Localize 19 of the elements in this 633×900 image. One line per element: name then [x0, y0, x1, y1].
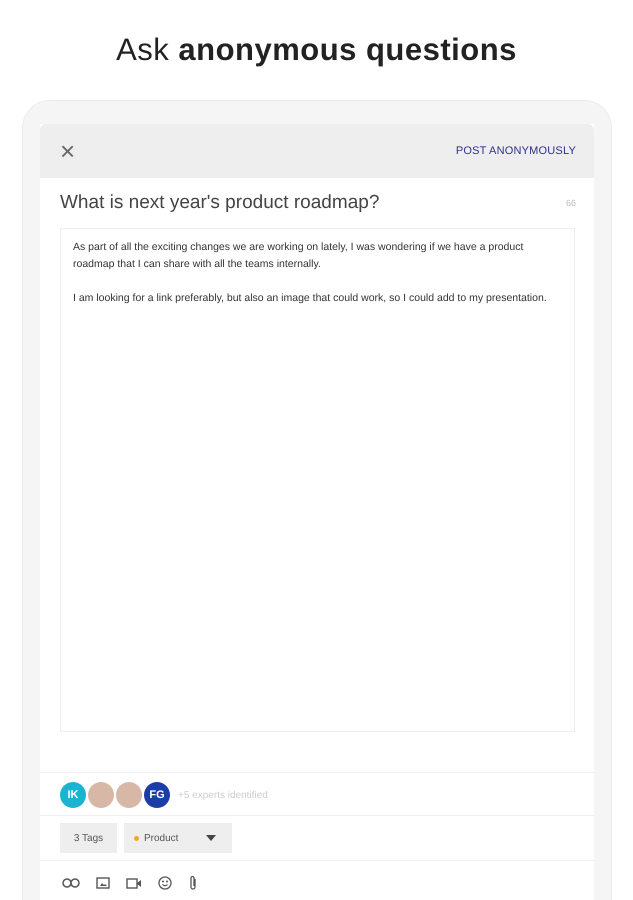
avatar-photo-placeholder: [88, 782, 114, 808]
post-anonymously-button[interactable]: POST ANONYMOUSLY: [456, 145, 576, 157]
tag-label: Product: [144, 832, 178, 844]
question-title-field[interactable]: What is next year's product roadmap?: [60, 192, 380, 214]
avatar-photo-placeholder: [116, 782, 142, 808]
avatar-initials: IK: [60, 782, 86, 808]
tag-dropdown[interactable]: Product: [124, 823, 232, 853]
caret-icon: [206, 835, 216, 841]
video-camera-icon[interactable]: [126, 878, 142, 888]
close-button[interactable]: ×: [60, 138, 76, 164]
character-counter: 66: [566, 198, 576, 208]
avatar-initials: FG: [144, 782, 170, 808]
emoji-icon[interactable]: [158, 876, 172, 890]
paperclip-icon[interactable]: [188, 875, 198, 891]
question-body-field[interactable]: As part of all the exciting changes we are working on lately, I was wondering if we have a product roadmap that I can share with all the teams internally. I am looking for a link preferably, but also an image that could work, so I could add to my presentation.: [60, 228, 575, 732]
headline: Ask anonymous questions: [115, 31, 518, 68]
image-icon[interactable]: [96, 877, 110, 889]
tags-count-button[interactable]: 3 Tags: [60, 823, 117, 853]
link-icon[interactable]: [62, 878, 80, 888]
